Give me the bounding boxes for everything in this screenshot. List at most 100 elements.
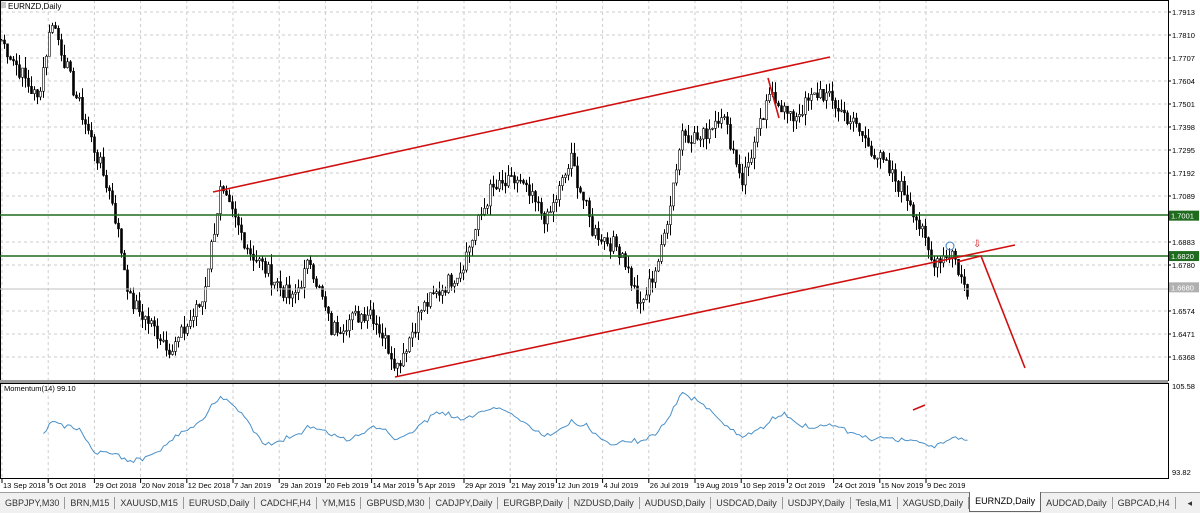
candle	[135, 294, 138, 310]
candle	[249, 240, 252, 261]
candle	[501, 169, 504, 191]
candle-body	[699, 138, 702, 141]
candle	[294, 284, 297, 304]
candle	[684, 128, 687, 143]
candle	[702, 127, 705, 148]
tab-eurnzd-daily[interactable]: EURNZD,Daily	[969, 492, 1042, 512]
candle-body	[654, 270, 657, 283]
candle-body	[201, 301, 204, 307]
candle-body	[963, 276, 966, 285]
candle-body	[705, 128, 708, 140]
candle-body	[366, 314, 369, 322]
candle-body	[786, 105, 789, 114]
scroll-left-icon[interactable]: ◂	[1187, 498, 1200, 509]
candle	[39, 87, 42, 101]
tab-cadjpy-daily[interactable]: CADJPY,Daily	[430, 497, 499, 509]
price-chart[interactable]: EURNZD,Daily ⇩ 1.7913 1.7810 1.7707 1.7604 1…	[0, 0, 1200, 492]
tab-ym-m15[interactable]: YM,M15	[317, 497, 362, 509]
projection-path	[956, 255, 1026, 369]
candle	[75, 91, 78, 100]
candle	[594, 224, 597, 239]
candle	[915, 213, 918, 230]
candle	[930, 241, 933, 262]
tab-tesla-m1[interactable]: Tesla,M1	[851, 497, 898, 509]
tab-gbpcad-h4[interactable]: GBPCAD,H4	[1113, 497, 1176, 509]
candle	[444, 286, 447, 296]
candle-body	[24, 67, 27, 79]
candle	[342, 324, 345, 343]
candle	[696, 125, 699, 141]
candle-body	[495, 186, 498, 190]
candle-body	[915, 216, 918, 221]
momentum-line	[43, 391, 968, 464]
candle	[627, 256, 630, 274]
candle	[144, 315, 147, 331]
tab-usdjpy-daily[interactable]: USDJPY,Daily	[783, 497, 851, 509]
tab-nzdusd-daily[interactable]: NZDUSD,Daily	[569, 497, 640, 509]
candle	[906, 185, 909, 211]
candle-body	[21, 67, 24, 78]
candle-body	[888, 160, 891, 174]
candle	[522, 178, 525, 185]
price-label: 1.7295	[1172, 146, 1195, 155]
candle-body	[327, 306, 330, 314]
candle-body	[702, 128, 705, 140]
candle	[891, 160, 894, 183]
candle	[297, 279, 300, 301]
candle	[519, 173, 522, 184]
tab-usdcad-daily[interactable]: USDCAD,Daily	[711, 497, 783, 509]
tab-xagusd-daily[interactable]: XAGUSD,Daily	[898, 497, 970, 509]
candle	[822, 88, 825, 103]
candle	[201, 301, 204, 315]
candle	[840, 99, 843, 113]
candle-body	[48, 32, 51, 57]
pane-separator[interactable]	[0, 380, 1168, 383]
candle-body	[600, 239, 603, 242]
candle-body	[477, 215, 480, 230]
candle-body	[207, 268, 210, 288]
date-label: 26 Jul 2019	[650, 481, 689, 490]
candle	[162, 331, 165, 343]
candle-body	[519, 179, 522, 182]
tab-eurusd-daily[interactable]: EURUSD,Daily	[184, 497, 256, 509]
candle-body	[633, 285, 636, 287]
candle	[531, 183, 534, 204]
candle	[153, 316, 156, 337]
tab-xauusd-m15[interactable]: XAUUSD,M15	[115, 497, 184, 509]
candle-body	[108, 187, 111, 192]
candle-body	[597, 228, 600, 240]
candle	[666, 220, 669, 239]
candle-body	[882, 152, 885, 160]
candle	[714, 110, 717, 139]
candle	[795, 112, 798, 130]
candle-body	[579, 187, 582, 193]
candle-body	[630, 267, 633, 286]
tab-cadchf-h4[interactable]: CADCHF,H4	[255, 497, 317, 509]
candle-body	[252, 253, 255, 261]
candle-body	[381, 332, 384, 339]
tab-audusd-daily[interactable]: AUDUSD,Daily	[640, 497, 712, 509]
tab-gbpusd-m30[interactable]: GBPUSD,M30	[361, 497, 431, 509]
price-label: 1.6883	[1172, 238, 1195, 247]
candle	[558, 181, 561, 207]
candle-body	[135, 300, 138, 310]
candle	[357, 305, 360, 323]
candle	[54, 21, 57, 29]
candle-body	[60, 39, 63, 56]
candle-body	[144, 316, 147, 320]
candle	[768, 87, 771, 103]
date-label: 29 Jan 2019	[280, 481, 321, 490]
candle-body	[234, 208, 237, 218]
candle	[396, 362, 399, 377]
tab-brn-m15[interactable]: BRN,M15	[65, 497, 116, 509]
candle	[165, 331, 168, 357]
tab-audcad-daily[interactable]: AUDCAD,Daily	[1041, 497, 1113, 509]
candle-body	[192, 316, 195, 321]
tab-eurgbp-daily[interactable]: EURGBP,Daily	[498, 497, 569, 509]
candle	[300, 280, 303, 289]
candle	[36, 89, 39, 104]
candle	[291, 290, 294, 308]
tab-gbpjpy-m30[interactable]: GBPJPY,M30	[0, 497, 66, 509]
candle	[288, 275, 291, 305]
candle	[528, 176, 531, 205]
